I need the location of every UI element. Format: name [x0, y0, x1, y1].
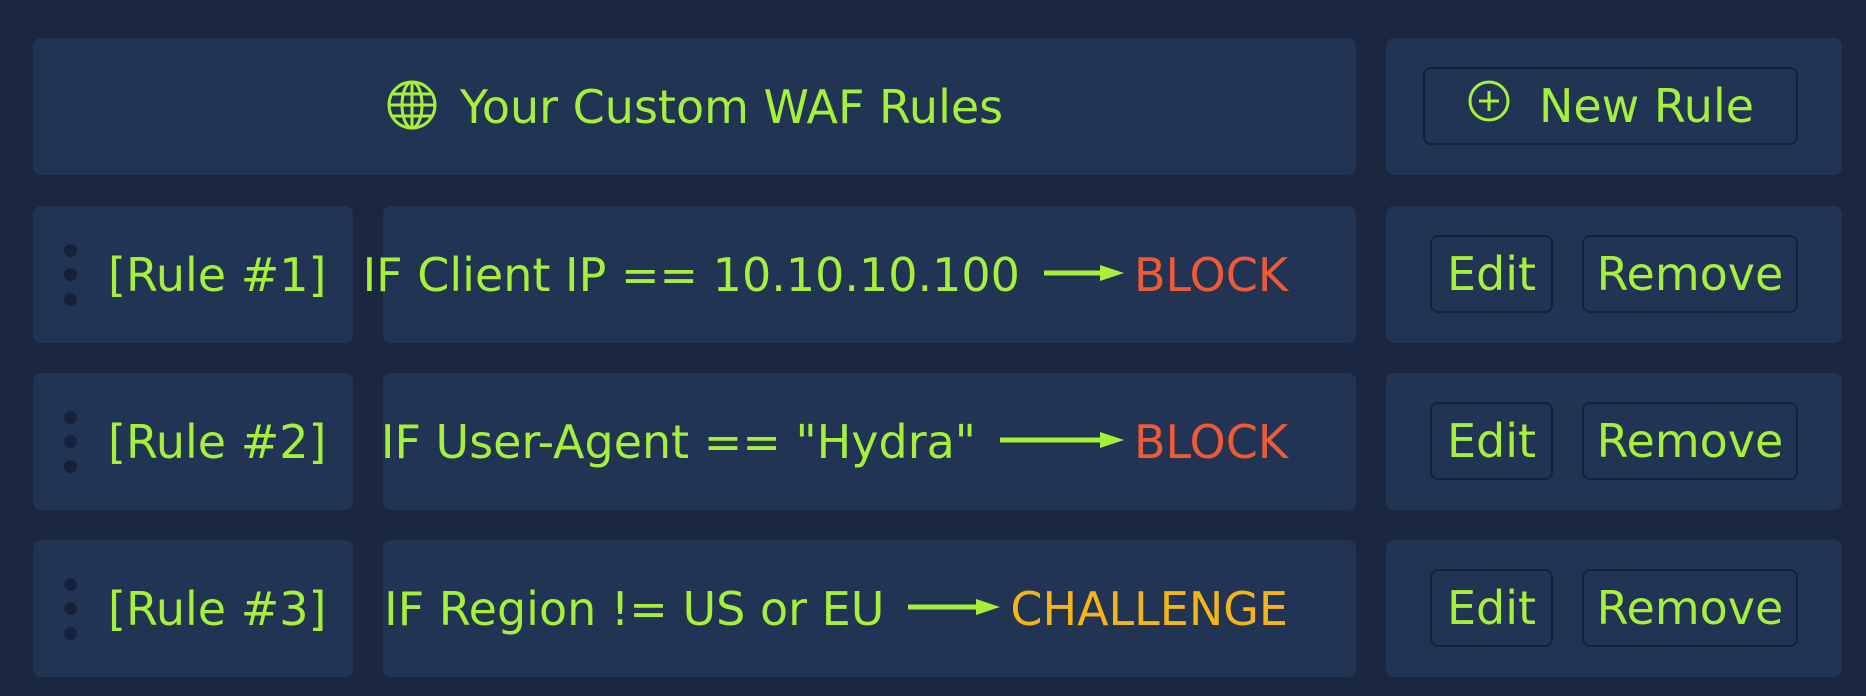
rule-row-3-condition-panel: IF Region != US or EU CHALLENGE	[383, 540, 1356, 677]
new-rule-panel: New Rule	[1386, 38, 1842, 175]
rule-row-1-label-panel: [Rule #1]	[33, 206, 353, 343]
rule-row-2-actions-panel: Edit Remove	[1386, 373, 1842, 510]
remove-button[interactable]: Remove	[1582, 569, 1798, 647]
rule-action: BLOCK	[1133, 414, 1288, 469]
plus-circle-icon	[1467, 79, 1511, 134]
new-rule-button[interactable]: New Rule	[1423, 67, 1798, 145]
rule-condition: IF Region != US or EU	[384, 581, 885, 636]
rule-label: [Rule #3]	[108, 581, 327, 636]
rule-condition: IF Client IP == 10.10.10.100	[362, 247, 1020, 302]
new-rule-label: New Rule	[1538, 79, 1755, 133]
rule-action: BLOCK	[1133, 247, 1288, 302]
rule-row-2-label-panel: [Rule #2]	[33, 373, 353, 510]
rule-row-2-condition-panel: IF User-Agent == "Hydra" BLOCK	[380, 373, 1356, 510]
rule-row-1-condition-panel: IF Client IP == 10.10.10.100 BLOCK	[363, 206, 1356, 343]
edit-button[interactable]: Edit	[1430, 569, 1553, 647]
arrow-right-icon	[908, 597, 1001, 621]
edit-button[interactable]: Edit	[1430, 235, 1553, 313]
remove-button[interactable]: Remove	[1582, 235, 1798, 313]
remove-button[interactable]: Remove	[1582, 402, 1798, 480]
rule-action: CHALLENGE	[1010, 581, 1288, 636]
globe-icon	[386, 79, 438, 135]
drag-handle-icon[interactable]	[64, 243, 77, 306]
page-title: Your Custom WAF Rules	[459, 79, 1004, 134]
rule-row-3-label-panel: [Rule #3]	[33, 540, 353, 677]
arrow-right-icon	[1043, 263, 1124, 287]
rule-row-1-actions-panel: Edit Remove	[1386, 206, 1842, 343]
arrow-right-icon	[999, 430, 1124, 454]
drag-handle-icon[interactable]	[64, 410, 77, 473]
edit-button[interactable]: Edit	[1430, 402, 1553, 480]
rule-label: [Rule #2]	[108, 414, 327, 469]
drag-handle-icon[interactable]	[64, 577, 77, 640]
rule-row-3-actions-panel: Edit Remove	[1386, 540, 1842, 677]
page-header: Your Custom WAF Rules	[33, 38, 1356, 175]
rule-label: [Rule #1]	[108, 247, 327, 302]
rule-condition: IF User-Agent == "Hydra"	[380, 414, 976, 469]
